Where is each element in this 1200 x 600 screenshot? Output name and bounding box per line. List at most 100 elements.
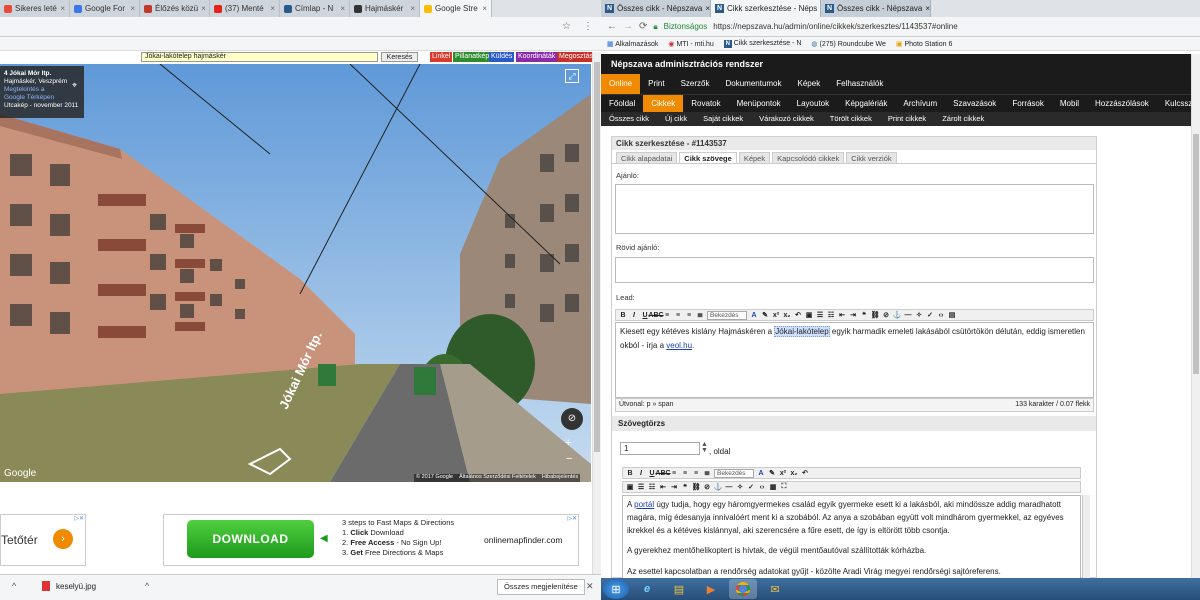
menu-icon[interactable]: ⋮ (583, 21, 593, 32)
highlight-icon[interactable]: ✎ (761, 311, 769, 319)
lead-editor[interactable]: Kiesett egy kétéves kislány Hajmáskéren … (615, 322, 1094, 398)
nav-uj-cikk[interactable]: Új cikk (657, 112, 695, 126)
close-icon[interactable]: ✕ (586, 581, 594, 592)
anchor-icon[interactable]: ⚓ (714, 483, 723, 491)
nav-cikkek[interactable]: Cikkek (643, 95, 684, 112)
back-icon[interactable]: ← (607, 21, 617, 32)
rovid-ajanlo-textarea[interactable] (615, 257, 1094, 283)
nav-print[interactable]: Print (640, 74, 672, 94)
subscript-icon[interactable]: x₂ (783, 311, 791, 319)
close-icon[interactable]: × (705, 4, 710, 13)
indent-icon[interactable]: ⇥ (670, 483, 678, 491)
left-address-bar[interactable]: ☆ ⋮ (0, 17, 601, 37)
bullet-list-icon[interactable]: ☰ (637, 483, 645, 491)
format-select[interactable]: Bekezdés (707, 310, 747, 320)
snapshot-button[interactable]: Pillanatkép (453, 52, 492, 62)
nav-menupontok[interactable]: Menüpontok (729, 95, 789, 112)
table-icon[interactable]: ▦ (769, 483, 777, 491)
nav-archivum[interactable]: Archívum (895, 95, 945, 112)
nav-osszes-cikk[interactable]: Összes cikk (601, 112, 657, 126)
link-button[interactable]: Linkel (430, 52, 453, 62)
cleanup-icon[interactable]: ✧ (736, 483, 744, 491)
close-icon[interactable]: × (410, 4, 415, 13)
numbered-list-icon[interactable]: ☷ (827, 311, 835, 319)
nav-fooldal[interactable]: Főoldal (601, 95, 643, 112)
justify-icon[interactable]: ≣ (703, 469, 711, 477)
html-icon[interactable]: ‹› (758, 483, 766, 491)
chevron-up-icon[interactable]: ^ (145, 581, 149, 591)
horizontal-rule-icon[interactable]: — (904, 311, 912, 319)
align-center-icon[interactable]: ≡ (674, 311, 682, 319)
align-center-icon[interactable]: ≡ (681, 469, 689, 477)
superscript-icon[interactable]: x² (779, 469, 787, 477)
close-icon[interactable]: × (925, 4, 930, 13)
close-icon[interactable]: × (270, 4, 275, 13)
map-search-button[interactable]: Keresés (381, 52, 418, 62)
compass-icon[interactable]: ⊘ (561, 408, 583, 430)
italic-button[interactable]: I (637, 469, 645, 477)
nav-varakozo-cikkek[interactable]: Várakozó cikkek (751, 112, 822, 126)
body-editor-scrollbar[interactable] (1082, 495, 1090, 578)
map-search-input[interactable]: Jókai-lakótelep hajmáskér (141, 52, 378, 62)
chrome-icon[interactable] (729, 579, 757, 599)
nav-zarolt-cikkek[interactable]: Zárolt cikkek (934, 112, 992, 126)
portal-link[interactable]: portál (634, 500, 654, 509)
right-scrollbar[interactable] (1191, 54, 1200, 578)
tab-kepek[interactable]: Képek (738, 152, 771, 163)
forward-icon[interactable]: → (623, 21, 633, 32)
show-all-downloads-button[interactable]: Összes megjelenítése (497, 579, 585, 595)
tab[interactable]: N Összes cikk - Népszava × (601, 0, 711, 17)
nav-felhasznalok[interactable]: Felhasználók (828, 74, 891, 94)
bookmark-mti[interactable]: ◉ MTI - mti.hu (668, 40, 713, 48)
link-icon[interactable]: ⛓ (692, 483, 701, 491)
tab-active[interactable]: NCikk szerkesztése - Néps× (711, 0, 821, 17)
subscript-icon[interactable]: x₂ (790, 469, 798, 477)
scrollbar-thumb[interactable] (594, 62, 600, 452)
reload-icon[interactable]: ⟳ (639, 21, 647, 32)
paste-icon[interactable]: ▤ (948, 311, 956, 319)
align-right-icon[interactable]: ≡ (685, 311, 693, 319)
download-file-name[interactable]: keselyü.jpg (56, 582, 96, 591)
nav-sajat-cikkek[interactable]: Saját cikkek (695, 112, 751, 126)
tab-cikk-alapadatai[interactable]: Cikk alapadatai (616, 152, 678, 163)
close-icon[interactable]: × (340, 4, 345, 13)
strikethrough-button[interactable]: ABC (655, 469, 670, 477)
nav-print-cikkek[interactable]: Print cikkek (880, 112, 934, 126)
quote-icon[interactable]: ❝ (681, 483, 689, 491)
unlink-icon[interactable]: ⊘ (703, 483, 711, 491)
outdent-icon[interactable]: ⇤ (659, 483, 667, 491)
strikethrough-button[interactable]: ABC (648, 311, 663, 319)
html-icon[interactable]: ‹› (937, 311, 945, 319)
tab[interactable]: N Összes cikk - Népszava × (821, 0, 931, 17)
nav-szavazasok[interactable]: Szavazások (945, 95, 1004, 112)
terms-link[interactable]: Általános Szerződési Feltételek (459, 474, 536, 482)
close-icon[interactable]: × (130, 4, 135, 13)
windows-start-icon[interactable]: ⊞ (603, 579, 629, 599)
nav-szerzok[interactable]: Szerzők (673, 74, 718, 94)
spellcheck-icon[interactable]: ✓ (926, 311, 934, 319)
ajanlo-textarea[interactable] (615, 184, 1094, 234)
text-color-icon[interactable]: A (750, 311, 758, 319)
undo-icon[interactable]: ↶ (801, 469, 809, 477)
tab[interactable]: (37) Menté × (210, 0, 280, 17)
download-button[interactable]: DOWNLOAD (187, 520, 314, 558)
image-icon[interactable]: ▣ (805, 311, 813, 319)
ad-choices-icon[interactable]: ▷✕ (74, 515, 84, 522)
nav-rovatok[interactable]: Rovatok (683, 95, 728, 112)
align-left-icon[interactable]: ≡ (670, 469, 678, 477)
align-right-icon[interactable]: ≡ (692, 469, 700, 477)
nav-dokumentumok[interactable]: Dokumentumok (717, 74, 789, 94)
close-icon[interactable]: × (482, 4, 487, 13)
send-button[interactable]: Küldés (489, 52, 515, 62)
horizontal-rule-icon[interactable]: — (725, 483, 733, 491)
internet-explorer-icon[interactable]: e (633, 579, 661, 599)
ad-choices-icon[interactable]: ▷✕ (567, 515, 577, 522)
report-link[interactable]: Hibabejelentés (542, 474, 578, 482)
page-number-input[interactable]: 1 (620, 442, 700, 455)
close-icon[interactable]: × (60, 4, 65, 13)
media-player-icon[interactable]: ▶ (697, 579, 725, 599)
outdent-icon[interactable]: ⇤ (838, 311, 846, 319)
undo-icon[interactable]: ↶ (794, 311, 802, 319)
nav-forrasok[interactable]: Források (1004, 95, 1052, 112)
bold-button[interactable]: B (619, 311, 627, 319)
